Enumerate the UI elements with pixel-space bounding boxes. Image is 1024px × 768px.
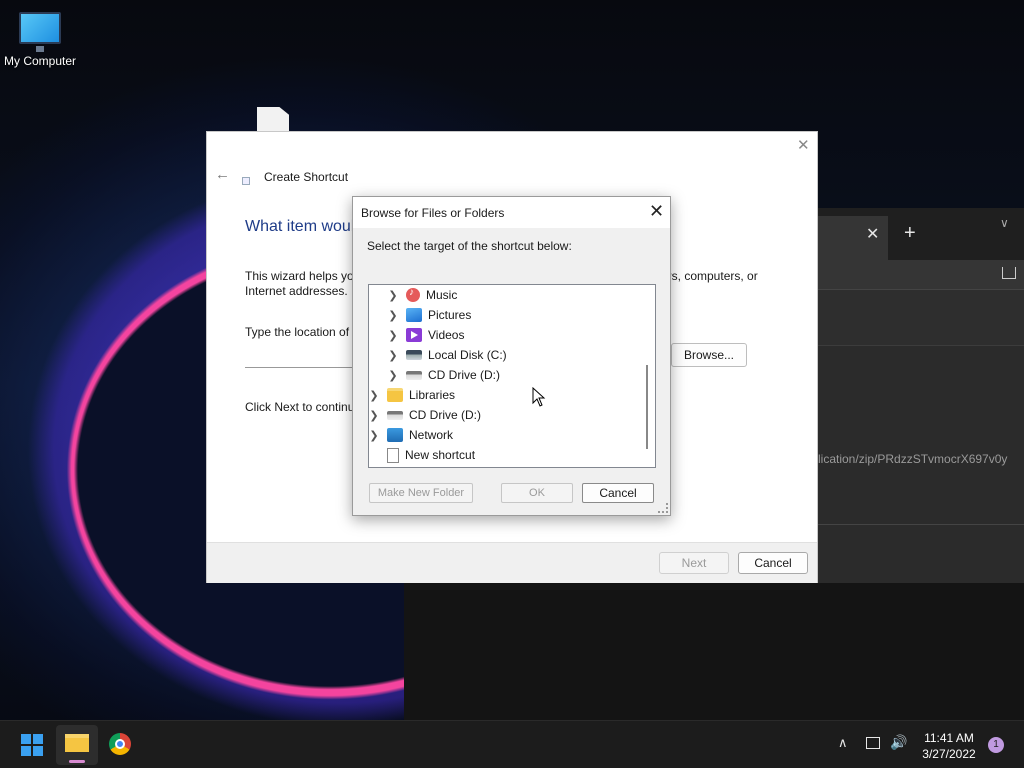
wizard-title: Create Shortcut — [264, 170, 349, 184]
chevron-right-icon[interactable]: ❯ — [388, 289, 398, 302]
wizard-footer: Next Cancel — [207, 542, 817, 583]
folder-icon — [387, 388, 403, 402]
browser-toolbar — [818, 260, 1024, 290]
windows-logo-tile — [33, 746, 43, 756]
next-instruction: Click Next to continu — [245, 400, 355, 414]
browse-button[interactable]: Browse... — [671, 343, 747, 367]
file-explorer-taskbar-button[interactable] — [56, 725, 98, 765]
browser-content-band — [818, 290, 1024, 346]
chevron-right-icon[interactable]: ❯ — [388, 329, 398, 342]
wizard-heading: What item woul — [245, 218, 355, 235]
tree-item-label: Network — [409, 428, 454, 442]
monitor-icon — [19, 12, 61, 52]
notification-badge[interactable]: 1 — [988, 737, 1004, 753]
desktop-icon-label: My Computer — [3, 54, 77, 68]
tree-item-cd-drive[interactable]: ❯ CD Drive (D:) — [388, 365, 500, 385]
disk-icon — [406, 350, 422, 360]
shortcut-icon — [387, 447, 399, 463]
browser-tabstrip: ✕ + ∨ — [818, 208, 1024, 260]
tree-item-label: Music — [426, 288, 458, 302]
tree-item-local-disk[interactable]: ❯ Local Disk (C:) — [388, 345, 507, 365]
cancel-button[interactable]: Cancel — [738, 552, 808, 574]
tree-item-label: New shortcut — [405, 448, 476, 462]
tree-item-label: Pictures — [428, 308, 472, 322]
chevron-right-icon[interactable]: ❯ — [388, 369, 398, 382]
mouse-cursor-icon — [532, 387, 546, 407]
location-input[interactable] — [245, 344, 355, 368]
next-button[interactable]: Next — [659, 552, 729, 574]
back-arrow-icon[interactable]: ← — [215, 166, 230, 183]
clock-date: 3/27/2022 — [922, 747, 976, 761]
new-tab-icon[interactable]: + — [904, 222, 916, 245]
windows-logo-tile — [21, 746, 31, 756]
resize-grip[interactable] — [658, 503, 668, 513]
tree-item-label: Local Disk (C:) — [428, 348, 507, 362]
chevron-right-icon[interactable]: ❯ — [388, 309, 398, 322]
tree-item-pictures[interactable]: ❯ Pictures — [388, 305, 471, 325]
windows-logo-tile — [21, 734, 31, 744]
tree-item-label: CD Drive (D:) — [409, 408, 481, 422]
cancel-button[interactable]: Cancel — [582, 483, 654, 503]
network-icon — [387, 428, 403, 442]
tree-item-new-shortcut[interactable]: New shortcut — [369, 445, 475, 465]
tree-item-label: Libraries — [409, 388, 456, 402]
dialog-prompt: Select the target of the shortcut below: — [367, 239, 572, 253]
start-button[interactable] — [21, 734, 43, 756]
active-indicator — [69, 760, 85, 763]
clock-time: 11:41 AM — [924, 731, 974, 745]
tree-item-label: Videos — [428, 328, 465, 342]
folder-tree[interactable]: ❯ Music ❯ Pictures ❯ Videos ❯ Local Disk… — [368, 284, 656, 468]
chevron-up-icon[interactable]: ∧ — [838, 735, 848, 751]
browser-window: ✕ + ∨ lication/zip/PRdzzSTvmocrX697v0y — [818, 208, 1024, 583]
share-icon[interactable] — [1002, 267, 1016, 279]
ok-button[interactable]: OK — [501, 483, 573, 503]
chevron-right-icon[interactable]: ❯ — [369, 409, 379, 422]
tree-scrollbar[interactable] — [646, 365, 648, 449]
videos-icon — [406, 328, 422, 342]
chevron-right-icon[interactable]: ❯ — [369, 389, 379, 402]
download-url-text: lication/zip/PRdzzSTvmocrX697v0y — [818, 452, 1008, 466]
taskbar: ∧ 🔊 11:41 AM 3/27/2022 1 — [0, 720, 1024, 768]
divider — [818, 524, 1024, 525]
cd-drive-icon — [406, 370, 422, 380]
chevron-down-icon[interactable]: ∨ — [1000, 216, 1009, 230]
desktop-icon-my-computer[interactable]: My Computer — [2, 8, 78, 68]
background-window — [404, 583, 1024, 720]
tree-item-network[interactable]: ❯ Network — [369, 425, 453, 445]
tree-item-libraries[interactable]: ❯ Libraries — [369, 385, 455, 405]
dialog-titlebar: Browse for Files or Folders ✕ — [353, 197, 670, 228]
windows-logo-tile — [33, 734, 43, 744]
volume-icon[interactable]: 🔊 — [890, 734, 907, 751]
pictures-icon — [406, 308, 422, 322]
wizard-intro-tail: ers, computers, or — [661, 269, 758, 283]
shortcut-wizard-icon — [242, 177, 250, 185]
chevron-right-icon[interactable]: ❯ — [388, 349, 398, 362]
tree-item-music[interactable]: ❯ Music — [388, 285, 457, 305]
tree-item-cd-drive-root[interactable]: ❯ CD Drive (D:) — [369, 405, 481, 425]
tree-item-label: CD Drive (D:) — [428, 368, 500, 382]
dialog-title: Browse for Files or Folders — [361, 206, 505, 220]
network-status-icon[interactable] — [866, 737, 880, 749]
chevron-right-icon[interactable]: ❯ — [369, 429, 379, 442]
close-icon[interactable]: ✕ — [797, 136, 810, 154]
browse-dialog: Browse for Files or Folders ✕ Select the… — [352, 196, 671, 516]
location-label: Type the location of t — [245, 325, 356, 339]
music-icon — [406, 287, 420, 302]
folder-icon — [65, 734, 89, 752]
make-new-folder-button[interactable]: Make New Folder — [369, 483, 473, 503]
tree-item-videos[interactable]: ❯ Videos — [388, 325, 464, 345]
close-tab-icon[interactable]: ✕ — [866, 224, 879, 244]
close-icon[interactable]: ✕ — [649, 201, 664, 222]
chrome-icon[interactable] — [109, 733, 131, 755]
cd-drive-icon — [387, 410, 403, 420]
clock[interactable]: 11:41 AM 3/27/2022 — [914, 730, 984, 762]
